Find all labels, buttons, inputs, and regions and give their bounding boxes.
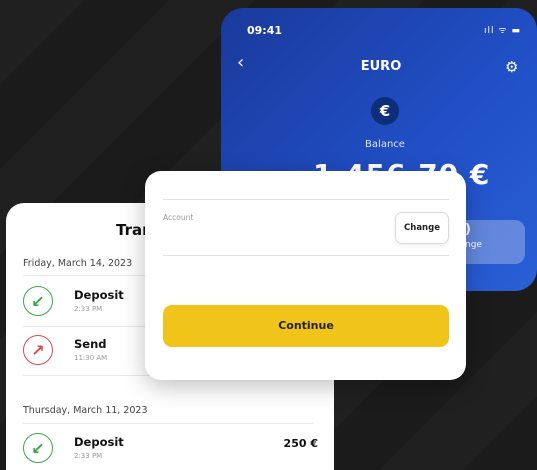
transaction-name: Deposit <box>74 288 124 302</box>
transaction-time: 2:33 PM <box>74 452 103 460</box>
change-button[interactable]: Change <box>395 212 449 244</box>
euro-currency-icon: € <box>371 97 399 125</box>
gear-icon[interactable]: ⚙ <box>505 58 518 76</box>
transaction-name: Send <box>74 337 107 351</box>
balance-label: Balance <box>365 139 405 150</box>
status-icons: ıll ᯤ ▬ <box>484 26 521 36</box>
divider <box>163 255 449 256</box>
account-label: Account <box>163 213 194 222</box>
date-header: Friday, March 14, 2023 <box>23 258 133 269</box>
account-dialog: Account Change Continue <box>145 171 466 380</box>
transaction-time: 11:30 AM <box>74 354 108 362</box>
transaction-amount: 250 € <box>283 437 318 450</box>
arrow-down-left-icon: ↙ <box>23 433 53 463</box>
exchange-label: nge <box>465 240 482 250</box>
transaction-time: 2:33 PM <box>74 305 103 313</box>
date-header: Thursday, March 11, 2023 <box>23 405 148 416</box>
page-title: EURO <box>360 59 402 74</box>
divider <box>163 199 449 200</box>
transaction-row[interactable]: ↙ Deposit 2:33 PM 250 € <box>23 433 318 470</box>
arrow-up-right-icon: ↗ <box>23 335 53 365</box>
status-time: 09:41 <box>247 24 283 37</box>
divider <box>23 423 313 424</box>
transaction-name: Deposit <box>74 435 124 449</box>
continue-button[interactable]: Continue <box>163 305 449 347</box>
exchange-button[interactable]: ) nge <box>457 220 525 264</box>
arrow-down-left-icon: ↙ <box>23 286 53 316</box>
